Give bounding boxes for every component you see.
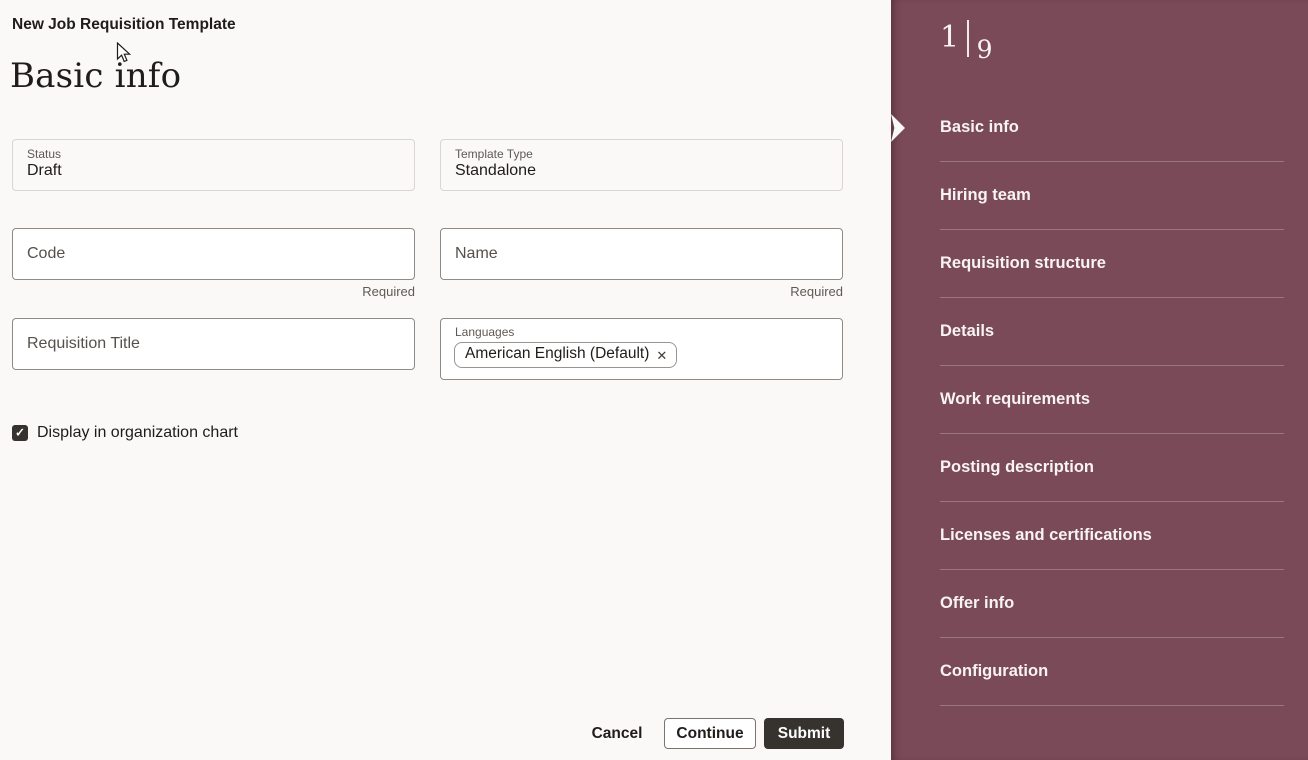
step-separator [967, 20, 969, 57]
journey-steps-panel: 1 9 Basic info Hiring team Requisition s… [891, 0, 1308, 760]
step-item-licenses-and-certifications[interactable]: Licenses and certifications [940, 502, 1284, 570]
language-chip-label: American English (Default) [465, 345, 649, 363]
languages-label: Languages [455, 325, 828, 339]
step-item-basic-info[interactable]: Basic info [940, 94, 1284, 162]
name-required-hint: Required [440, 284, 843, 299]
org-chart-checkbox[interactable]: ✓ [12, 425, 28, 441]
status-field: Status Draft [12, 139, 415, 191]
languages-field[interactable]: Languages American English (Default) ✕ [440, 318, 843, 380]
step-item-details[interactable]: Details [940, 298, 1284, 366]
submit-button[interactable]: Submit [764, 718, 844, 749]
status-label: Status [27, 147, 400, 161]
step-counter: 1 9 [940, 18, 993, 62]
continue-button[interactable]: Continue [664, 718, 756, 749]
org-chart-checkbox-row: ✓ Display in organization chart [12, 424, 238, 442]
page-header-title: New Job Requisition Template [12, 16, 236, 34]
step-item-posting-description[interactable]: Posting description [940, 434, 1284, 502]
step-total: 9 [977, 37, 993, 62]
status-value: Draft [27, 162, 62, 179]
code-input[interactable] [12, 228, 415, 280]
chip-remove-icon[interactable]: ✕ [656, 347, 667, 362]
step-item-hiring-team[interactable]: Hiring team [940, 162, 1284, 230]
checkbox-check-icon: ✓ [15, 427, 25, 439]
language-chip: American English (Default) ✕ [454, 342, 677, 368]
step-item-work-requirements[interactable]: Work requirements [940, 366, 1284, 434]
org-chart-checkbox-label: Display in organization chart [37, 424, 238, 442]
template-type-value: Standalone [455, 162, 536, 179]
step-item-configuration[interactable]: Configuration [940, 638, 1284, 706]
step-current: 1 [940, 23, 959, 53]
template-type-label: Template Type [455, 147, 828, 161]
requisition-title-input[interactable] [12, 318, 415, 370]
step-item-offer-info[interactable]: Offer info [940, 570, 1284, 638]
cancel-button[interactable]: Cancel [586, 718, 648, 749]
mouse-cursor-icon [116, 42, 132, 64]
name-input[interactable] [440, 228, 843, 280]
page-title: Basic info [10, 56, 181, 96]
code-required-hint: Required [12, 284, 415, 299]
step-item-requisition-structure[interactable]: Requisition structure [940, 230, 1284, 298]
template-type-field: Template Type Standalone [440, 139, 843, 191]
step-list: Basic info Hiring team Requisition struc… [891, 94, 1308, 706]
